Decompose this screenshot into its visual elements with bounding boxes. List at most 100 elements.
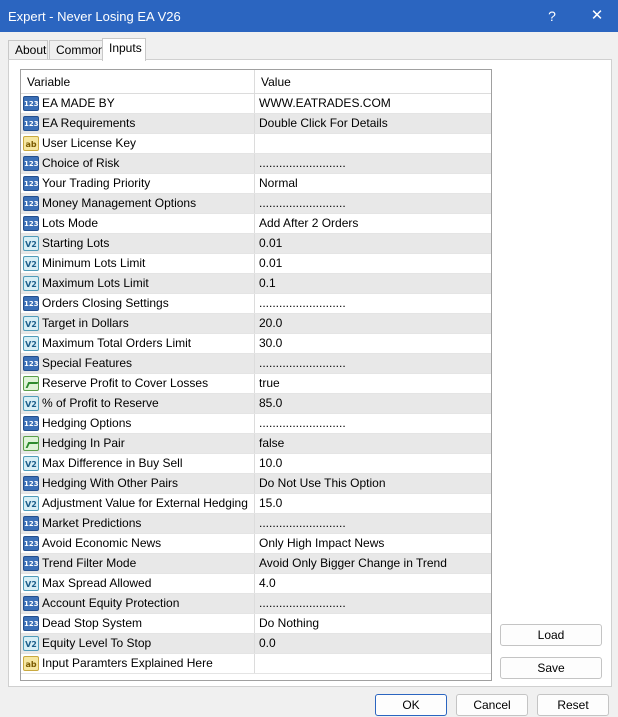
- value-cell[interactable]: 30.0: [255, 334, 491, 353]
- variable-cell[interactable]: 123 Market Predictions: [21, 514, 255, 533]
- variable-cell[interactable]: 123 Lots Mode: [21, 214, 255, 233]
- variable-cell[interactable]: V2% of Profit to Reserve: [21, 394, 255, 413]
- help-button[interactable]: ?: [536, 4, 568, 28]
- table-row[interactable]: 123 Trend Filter Mode Avoid Only Bigger Ch…: [21, 554, 491, 574]
- table-row[interactable]: 123 Account Equity Protection............…: [21, 594, 491, 614]
- table-row[interactable]: 123 Money Management Options.............…: [21, 194, 491, 214]
- tab-common[interactable]: Common: [49, 40, 105, 60]
- table-row[interactable]: 123 Hedging Options......................…: [21, 414, 491, 434]
- value-cell[interactable]: Normal: [255, 174, 491, 193]
- variable-cell[interactable]: 123 EA Requirements: [21, 114, 255, 133]
- column-header-value[interactable]: Value: [255, 70, 491, 94]
- table-row[interactable]: 123 Hedging With Other Pairs Do Not Use Th…: [21, 474, 491, 494]
- table-row[interactable]: V2 Max Difference in Buy Sell 10.0: [21, 454, 491, 474]
- variable-cell[interactable]: 123 Your Trading Priority: [21, 174, 255, 193]
- double-icon: V2: [23, 236, 39, 251]
- value-cell[interactable]: true: [255, 374, 491, 393]
- table-row[interactable]: V2 Target in Dollars 20.0: [21, 314, 491, 334]
- value-cell[interactable]: 15.0: [255, 494, 491, 513]
- value-cell[interactable]: [255, 654, 491, 673]
- variable-cell[interactable]: 123 Special Features: [21, 354, 255, 373]
- value-cell[interactable]: ..........................: [255, 194, 491, 213]
- table-row[interactable]: Hedging In Pair false: [21, 434, 491, 454]
- value-cell[interactable]: 10.0: [255, 454, 491, 473]
- load-button[interactable]: Load: [500, 624, 602, 646]
- value-cell[interactable]: 0.01: [255, 234, 491, 253]
- reset-button[interactable]: Reset: [537, 694, 609, 716]
- variable-cell[interactable]: Hedging In Pair: [21, 434, 255, 453]
- close-button[interactable]: ✕: [581, 4, 613, 28]
- table-row[interactable]: 123 Choice of Risk.......................…: [21, 154, 491, 174]
- table-row[interactable]: V2 Max Spread Allowed 4.0: [21, 574, 491, 594]
- column-header-variable[interactable]: Variable: [21, 70, 255, 94]
- variable-cell[interactable]: Reserve Profit to Cover Losses: [21, 374, 255, 393]
- variable-cell[interactable]: V2 Adjustment Value for External Hedging: [21, 494, 255, 513]
- value-cell[interactable]: Avoid Only Bigger Change in Trend: [255, 554, 491, 573]
- variable-cell[interactable]: ab Input Paramters Explained Here: [21, 654, 255, 673]
- value-cell[interactable]: 85.0: [255, 394, 491, 413]
- value-cell[interactable]: ..........................: [255, 294, 491, 313]
- table-row[interactable]: 123 Market Predictions...................…: [21, 514, 491, 534]
- table-row[interactable]: V2 Maximum Lots Limit 0.1: [21, 274, 491, 294]
- value-cell[interactable]: Only High Impact News: [255, 534, 491, 553]
- cancel-button[interactable]: Cancel: [456, 694, 528, 716]
- variable-cell[interactable]: V2 Equity Level To Stop: [21, 634, 255, 653]
- table-row[interactable]: 123 Your Trading Priority Normal: [21, 174, 491, 194]
- table-row[interactable]: 123 Avoid Economic News Only High Impact N…: [21, 534, 491, 554]
- value-cell[interactable]: 0.01: [255, 254, 491, 273]
- ok-button[interactable]: OK: [375, 694, 447, 716]
- variable-cell[interactable]: V2 Starting Lots: [21, 234, 255, 253]
- variable-cell[interactable]: 123 Trend Filter Mode: [21, 554, 255, 573]
- table-row[interactable]: 123 Orders Closing Settings..............…: [21, 294, 491, 314]
- table-row[interactable]: 123 Dead Stop System Do Nothing: [21, 614, 491, 634]
- tab-inputs[interactable]: Inputs: [102, 38, 146, 61]
- value-cell[interactable]: Double Click For Details: [255, 114, 491, 133]
- value-cell[interactable]: 0.0: [255, 634, 491, 653]
- value-cell[interactable]: ..........................: [255, 594, 491, 613]
- save-button[interactable]: Save: [500, 657, 602, 679]
- value-cell[interactable]: false: [255, 434, 491, 453]
- variable-cell[interactable]: 123 Money Management Options: [21, 194, 255, 213]
- table-row[interactable]: 123 Lots Mode Add After 2 Orders: [21, 214, 491, 234]
- variable-cell[interactable]: ab User License Key: [21, 134, 255, 153]
- table-row[interactable]: 123 EA MADE BY WWW.EATRADES.COM: [21, 94, 491, 114]
- table-row[interactable]: ab Input Paramters Explained Here: [21, 654, 491, 674]
- tab-about[interactable]: About: [8, 40, 48, 60]
- variable-cell[interactable]: 123 Hedging With Other Pairs: [21, 474, 255, 493]
- table-row[interactable]: V2 Maximum Total Orders Limit 30.0: [21, 334, 491, 354]
- variable-cell[interactable]: V2 Minimum Lots Limit: [21, 254, 255, 273]
- variable-cell[interactable]: 123 Orders Closing Settings: [21, 294, 255, 313]
- variable-cell[interactable]: 123 Dead Stop System: [21, 614, 255, 633]
- variable-cell[interactable]: V2 Max Spread Allowed: [21, 574, 255, 593]
- value-cell[interactable]: ..........................: [255, 354, 491, 373]
- value-cell[interactable]: WWW.EATRADES.COM: [255, 94, 491, 113]
- variable-cell[interactable]: 123 EA MADE BY: [21, 94, 255, 113]
- variable-cell[interactable]: 123 Avoid Economic News: [21, 534, 255, 553]
- table-row[interactable]: V2% of Profit to Reserve 85.0: [21, 394, 491, 414]
- value-cell[interactable]: 20.0: [255, 314, 491, 333]
- value-cell[interactable]: 0.1: [255, 274, 491, 293]
- table-row[interactable]: 123 Special Features.....................…: [21, 354, 491, 374]
- value-cell[interactable]: ..........................: [255, 514, 491, 533]
- table-row[interactable]: V2 Minimum Lots Limit 0.01: [21, 254, 491, 274]
- table-row[interactable]: 123 EA Requirements Double Click For Detai…: [21, 114, 491, 134]
- table-row[interactable]: V2 Starting Lots 0.01: [21, 234, 491, 254]
- table-row[interactable]: Reserve Profit to Cover Losses true: [21, 374, 491, 394]
- table-row[interactable]: V2 Equity Level To Stop 0.0: [21, 634, 491, 654]
- variable-cell[interactable]: 123 Account Equity Protection: [21, 594, 255, 613]
- variable-cell[interactable]: 123 Choice of Risk: [21, 154, 255, 173]
- variable-cell[interactable]: V2 Max Difference in Buy Sell: [21, 454, 255, 473]
- value-cell[interactable]: 4.0: [255, 574, 491, 593]
- table-row[interactable]: ab User License Key: [21, 134, 491, 154]
- value-cell[interactable]: Do Not Use This Option: [255, 474, 491, 493]
- variable-cell[interactable]: V2 Target in Dollars: [21, 314, 255, 333]
- variable-cell[interactable]: V2 Maximum Lots Limit: [21, 274, 255, 293]
- value-cell[interactable]: Add After 2 Orders: [255, 214, 491, 233]
- value-cell[interactable]: ..........................: [255, 414, 491, 433]
- value-cell[interactable]: [255, 134, 491, 153]
- variable-cell[interactable]: 123 Hedging Options: [21, 414, 255, 433]
- value-cell[interactable]: ..........................: [255, 154, 491, 173]
- value-cell[interactable]: Do Nothing: [255, 614, 491, 633]
- variable-cell[interactable]: V2 Maximum Total Orders Limit: [21, 334, 255, 353]
- table-row[interactable]: V2 Adjustment Value for External Hedging 1…: [21, 494, 491, 514]
